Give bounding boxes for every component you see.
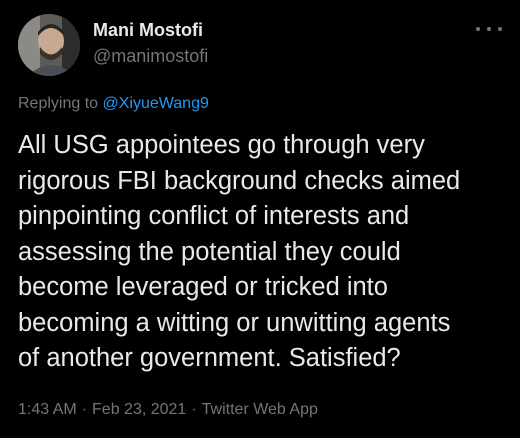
tweet-text-line: pinpointing conflict of interests and [18, 202, 410, 230]
dot-icon [476, 27, 480, 31]
tweet-text-line: assessing the potential they could [18, 237, 401, 266]
source-app[interactable]: Twitter Web App [202, 401, 318, 418]
tweet-text-line: become leveraged or tricked into [18, 273, 388, 301]
meta-separator: · [81, 401, 88, 418]
tweet-text-line: All USG appointees go through very [18, 131, 425, 159]
profile-photo-icon [18, 14, 80, 76]
tweet-text: All USG appointees go through very rigor… [18, 128, 510, 377]
tweet-time[interactable]: 1:43 AM [18, 401, 77, 418]
tweet-meta: 1:43 AM · Feb 23, 2021 · Twitter Web App [18, 401, 318, 419]
tweet-date[interactable]: Feb 23, 2021 [92, 401, 186, 418]
meta-separator: · [191, 401, 197, 418]
replying-to: Replying to @XiyueWang9 [18, 95, 209, 113]
dot-icon [498, 27, 502, 31]
tweet-text-line: becoming a witting or unwitting agents [18, 308, 451, 337]
dot-icon [487, 27, 491, 31]
tweet-card: Mani Mostofi @manimostofi Replying to @X… [0, 0, 520, 438]
replying-to-label: Replying to [18, 95, 103, 112]
display-name[interactable]: Mani Mostofi [93, 20, 203, 41]
user-handle[interactable]: @manimostofi [93, 46, 208, 67]
tweet-text-line: of another government. Satisfied? [18, 344, 401, 372]
avatar[interactable] [18, 14, 80, 76]
tweet-text-line: rigorous FBI background checks aimed [18, 166, 461, 195]
reply-mention-link[interactable]: @XiyueWang9 [103, 95, 209, 112]
more-options-icon[interactable] [476, 22, 502, 36]
